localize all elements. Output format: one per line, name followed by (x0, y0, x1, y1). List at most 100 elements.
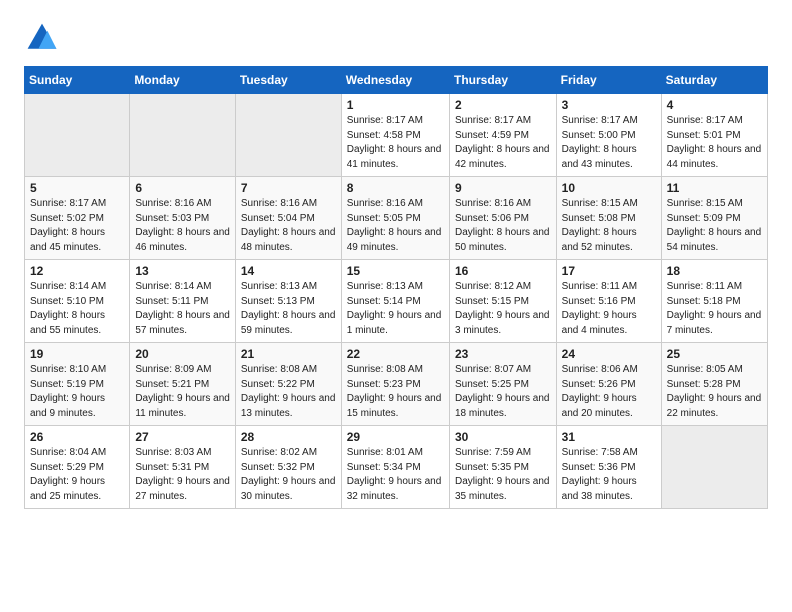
weekday-header-row: SundayMondayTuesdayWednesdayThursdayFrid… (25, 67, 768, 94)
calendar-cell (25, 94, 130, 177)
day-number: 23 (455, 347, 551, 361)
calendar-cell: 26 Sunrise: 8:04 AM Sunset: 5:29 PM Dayli… (25, 426, 130, 509)
calendar-cell: 27 Sunrise: 8:03 AM Sunset: 5:31 PM Dayli… (130, 426, 236, 509)
day-info: Sunrise: 8:17 AM Sunset: 4:59 PM Dayligh… (455, 114, 551, 172)
day-info: Sunrise: 8:17 AM Sunset: 4:58 PM Dayligh… (347, 114, 444, 172)
calendar-cell: 22Sunrise: 8:08 AM Sunset: 5:23 PM Dayli… (341, 343, 449, 426)
day-info: Sunrise: 8:14 AM Sunset: 5:11 PM Dayligh… (135, 280, 230, 338)
calendar-cell: 6 Sunrise: 8:16 AM Sunset: 5:03 PM Daylig… (130, 177, 236, 260)
day-info: Sunrise: 8:13 AM Sunset: 5:13 PM Dayligh… (241, 280, 336, 338)
day-info: Sunrise: 8:01 AM Sunset: 5:34 PM Dayligh… (347, 446, 444, 504)
calendar-cell: 2 Sunrise: 8:17 AM Sunset: 4:59 PM Daylig… (449, 94, 556, 177)
calendar-cell: 17 Sunrise: 8:11 AM Sunset: 5:16 PM Dayli… (556, 260, 661, 343)
calendar-cell: 25 Sunrise: 8:05 AM Sunset: 5:28 PM Dayli… (661, 343, 767, 426)
calendar-cell: 18Sunrise: 8:11 AM Sunset: 5:18 PM Dayli… (661, 260, 767, 343)
day-number: 31 (562, 430, 656, 444)
calendar-cell: 11Sunrise: 8:15 AM Sunset: 5:09 PM Dayli… (661, 177, 767, 260)
calendar-cell: 15Sunrise: 8:13 AM Sunset: 5:14 PM Dayli… (341, 260, 449, 343)
calendar-cell: 9 Sunrise: 8:16 AM Sunset: 5:06 PM Daylig… (449, 177, 556, 260)
calendar-cell: 20 Sunrise: 8:09 AM Sunset: 5:21 PM Dayli… (130, 343, 236, 426)
calendar-cell (661, 426, 767, 509)
day-info: Sunrise: 8:15 AM Sunset: 5:08 PM Dayligh… (562, 197, 656, 255)
day-info: Sunrise: 8:12 AM Sunset: 5:15 PM Dayligh… (455, 280, 551, 338)
day-info: Sunrise: 8:04 AM Sunset: 5:29 PM Dayligh… (30, 446, 124, 504)
day-number: 7 (241, 181, 336, 195)
day-number: 4 (667, 98, 762, 112)
day-number: 11 (667, 181, 762, 195)
day-number: 12 (30, 264, 124, 278)
day-number: 26 (30, 430, 124, 444)
day-info: Sunrise: 8:10 AM Sunset: 5:19 PM Dayligh… (30, 363, 124, 421)
day-info: Sunrise: 8:05 AM Sunset: 5:28 PM Dayligh… (667, 363, 762, 421)
weekday-header-friday: Friday (556, 67, 661, 94)
weekday-header-monday: Monday (130, 67, 236, 94)
day-number: 8 (347, 181, 444, 195)
day-number: 13 (135, 264, 230, 278)
day-info: Sunrise: 8:16 AM Sunset: 5:05 PM Dayligh… (347, 197, 444, 255)
calendar-cell: 14 Sunrise: 8:13 AM Sunset: 5:13 PM Dayli… (235, 260, 341, 343)
day-number: 15 (347, 264, 444, 278)
day-info: Sunrise: 8:16 AM Sunset: 5:06 PM Dayligh… (455, 197, 551, 255)
day-number: 30 (455, 430, 551, 444)
weekday-header-thursday: Thursday (449, 67, 556, 94)
calendar-cell: 16 Sunrise: 8:12 AM Sunset: 5:15 PM Dayli… (449, 260, 556, 343)
day-info: Sunrise: 8:16 AM Sunset: 5:04 PM Dayligh… (241, 197, 336, 255)
calendar-cell (130, 94, 236, 177)
day-number: 2 (455, 98, 551, 112)
day-number: 29 (347, 430, 444, 444)
calendar-row-4: 19 Sunrise: 8:10 AM Sunset: 5:19 PM Dayli… (25, 343, 768, 426)
calendar-cell: 24Sunrise: 8:06 AM Sunset: 5:26 PM Dayli… (556, 343, 661, 426)
calendar-cell: 21 Sunrise: 8:08 AM Sunset: 5:22 PM Dayli… (235, 343, 341, 426)
weekday-header-wednesday: Wednesday (341, 67, 449, 94)
calendar-cell: 4 Sunrise: 8:17 AM Sunset: 5:01 PM Daylig… (661, 94, 767, 177)
day-number: 21 (241, 347, 336, 361)
day-number: 6 (135, 181, 230, 195)
day-info: Sunrise: 7:59 AM Sunset: 5:35 PM Dayligh… (455, 446, 551, 504)
logo (24, 20, 66, 56)
calendar-cell: 19 Sunrise: 8:10 AM Sunset: 5:19 PM Dayli… (25, 343, 130, 426)
calendar-cell: 7 Sunrise: 8:16 AM Sunset: 5:04 PM Daylig… (235, 177, 341, 260)
day-number: 22 (347, 347, 444, 361)
calendar-cell: 8 Sunrise: 8:16 AM Sunset: 5:05 PM Daylig… (341, 177, 449, 260)
day-number: 19 (30, 347, 124, 361)
calendar-cell: 3Sunrise: 8:17 AM Sunset: 5:00 PM Daylig… (556, 94, 661, 177)
day-info: Sunrise: 8:08 AM Sunset: 5:22 PM Dayligh… (241, 363, 336, 421)
calendar-cell: 31 Sunrise: 7:58 AM Sunset: 5:36 PM Dayli… (556, 426, 661, 509)
logo-icon (24, 20, 60, 56)
calendar-cell: 5Sunrise: 8:17 AM Sunset: 5:02 PM Daylig… (25, 177, 130, 260)
calendar-cell: 23 Sunrise: 8:07 AM Sunset: 5:25 PM Dayli… (449, 343, 556, 426)
day-info: Sunrise: 8:11 AM Sunset: 5:16 PM Dayligh… (562, 280, 656, 338)
day-info: Sunrise: 8:02 AM Sunset: 5:32 PM Dayligh… (241, 446, 336, 504)
calendar-cell: 12 Sunrise: 8:14 AM Sunset: 5:10 PM Dayli… (25, 260, 130, 343)
day-info: Sunrise: 8:06 AM Sunset: 5:26 PM Dayligh… (562, 363, 656, 421)
day-number: 9 (455, 181, 551, 195)
day-number: 16 (455, 264, 551, 278)
weekday-header-sunday: Sunday (25, 67, 130, 94)
day-info: Sunrise: 8:07 AM Sunset: 5:25 PM Dayligh… (455, 363, 551, 421)
calendar-cell: 30 Sunrise: 7:59 AM Sunset: 5:35 PM Dayli… (449, 426, 556, 509)
calendar-table: SundayMondayTuesdayWednesdayThursdayFrid… (24, 66, 768, 509)
weekday-header-saturday: Saturday (661, 67, 767, 94)
day-info: Sunrise: 8:14 AM Sunset: 5:10 PM Dayligh… (30, 280, 124, 338)
day-number: 27 (135, 430, 230, 444)
day-info: Sunrise: 8:09 AM Sunset: 5:21 PM Dayligh… (135, 363, 230, 421)
calendar-cell (235, 94, 341, 177)
calendar-cell: 1 Sunrise: 8:17 AM Sunset: 4:58 PM Daylig… (341, 94, 449, 177)
page: SundayMondayTuesdayWednesdayThursdayFrid… (0, 0, 792, 525)
day-info: Sunrise: 7:58 AM Sunset: 5:36 PM Dayligh… (562, 446, 656, 504)
day-number: 28 (241, 430, 336, 444)
day-number: 17 (562, 264, 656, 278)
day-number: 25 (667, 347, 762, 361)
day-number: 10 (562, 181, 656, 195)
day-info: Sunrise: 8:16 AM Sunset: 5:03 PM Dayligh… (135, 197, 230, 255)
calendar-cell: 29 Sunrise: 8:01 AM Sunset: 5:34 PM Dayli… (341, 426, 449, 509)
day-number: 20 (135, 347, 230, 361)
day-info: Sunrise: 8:03 AM Sunset: 5:31 PM Dayligh… (135, 446, 230, 504)
header (24, 20, 768, 56)
day-number: 14 (241, 264, 336, 278)
day-info: Sunrise: 8:11 AM Sunset: 5:18 PM Dayligh… (667, 280, 762, 338)
calendar-row-2: 5Sunrise: 8:17 AM Sunset: 5:02 PM Daylig… (25, 177, 768, 260)
day-number: 1 (347, 98, 444, 112)
calendar-row-1: 1 Sunrise: 8:17 AM Sunset: 4:58 PM Daylig… (25, 94, 768, 177)
day-info: Sunrise: 8:17 AM Sunset: 5:01 PM Dayligh… (667, 114, 762, 172)
